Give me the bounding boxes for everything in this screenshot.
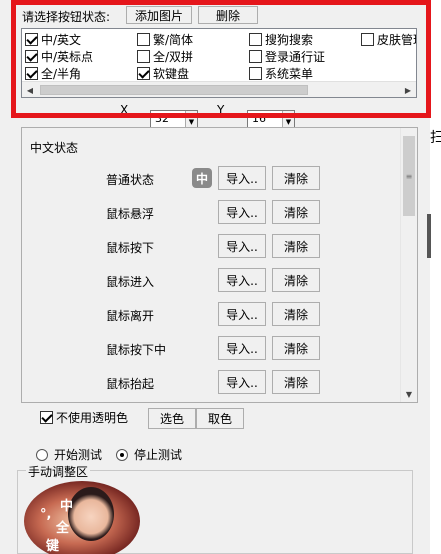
start-test-label: 开始测试	[54, 448, 103, 462]
import-button[interactable]: 导入..	[218, 268, 266, 292]
state-row: 鼠标抬起 导入.. 清除	[22, 370, 402, 396]
stop-test-label: 停止测试	[134, 448, 183, 462]
checklist-item[interactable]: 皮肤管理	[361, 31, 416, 48]
checklist-item[interactable]: 中/英标点	[25, 48, 93, 65]
y-value: 16	[252, 112, 266, 125]
state-row: 鼠标离开 导入.. 清除	[22, 302, 402, 328]
scroll-right-icon[interactable]: ▶	[400, 82, 416, 97]
settings-panel: 请选择按钮状态: 添加图片 删除 中/英文 繁/简体 搜狗搜索 皮肤管理 中/英…	[0, 0, 430, 554]
checkbox[interactable]	[25, 50, 38, 63]
scroll-thumb[interactable]	[40, 85, 308, 95]
state-row: 鼠标按下中 导入.. 清除	[22, 336, 402, 362]
stop-test-option[interactable]: 停止测试	[116, 446, 182, 463]
checklist-item[interactable]: 登录通行证	[249, 48, 325, 65]
toolbar: 请选择按钮状态:	[22, 6, 110, 26]
state-label: 鼠标按下中	[106, 343, 167, 357]
import-button[interactable]: 导入..	[218, 200, 266, 224]
state-label: 鼠标进入	[106, 275, 155, 289]
state-label: 鼠标离开	[106, 309, 155, 323]
checklist-item[interactable]: 全/双拼	[137, 48, 193, 65]
state-label: 鼠标按下	[106, 241, 155, 255]
state-row: 鼠标按下 导入.. 清除	[22, 234, 402, 260]
x-value: 32	[155, 112, 169, 125]
state-label: 鼠标抬起	[106, 377, 155, 391]
checkbox[interactable]	[249, 67, 262, 80]
side-text: 扫	[430, 130, 441, 146]
clear-button[interactable]: 清除	[272, 336, 320, 360]
scroll-thumb[interactable]: ≡	[403, 136, 415, 216]
state-row: 普通状态 中 导入.. 清除	[22, 166, 402, 192]
x-label: X	[120, 103, 129, 117]
spin-down-icon[interactable]: ▼	[185, 111, 197, 127]
manual-adjust-area: 手动调整区 中 °, 全 键	[17, 463, 413, 554]
clear-button[interactable]: 清除	[272, 200, 320, 224]
horizontal-scrollbar[interactable]: ◀ ▶	[22, 81, 416, 97]
add-image-button[interactable]: 添加图片	[126, 6, 192, 24]
preview-char: 键	[46, 539, 60, 554]
scroll-left-icon[interactable]: ◀	[22, 82, 38, 97]
import-button[interactable]: 导入..	[218, 166, 266, 190]
y-spinbox[interactable]: 16 ▼	[247, 110, 295, 128]
clear-button[interactable]: 清除	[272, 166, 320, 190]
preview-char: °,	[40, 507, 52, 522]
state-row: 鼠标悬浮 导入.. 清除	[22, 200, 402, 226]
pick-color-button[interactable]: 选色	[148, 408, 196, 429]
checklist-item[interactable]: 软键盘	[137, 65, 189, 82]
take-color-button[interactable]: 取色	[196, 408, 244, 429]
scroll-down-icon[interactable]: ▼	[403, 388, 415, 400]
checkbox[interactable]	[137, 50, 150, 63]
state-label: 鼠标悬浮	[106, 207, 155, 221]
clear-button[interactable]: 清除	[272, 370, 320, 394]
no-transparency-option[interactable]: 不使用透明色	[40, 409, 128, 426]
clear-button[interactable]: 清除	[272, 234, 320, 258]
checklist-item[interactable]: 繁/简体	[137, 31, 193, 48]
checklist-item[interactable]: 全/半角	[25, 65, 81, 82]
manual-adjust-title: 手动调整区	[26, 463, 91, 480]
clear-button[interactable]: 清除	[272, 302, 320, 326]
stop-test-radio[interactable]	[116, 448, 128, 461]
checkbox[interactable]	[361, 33, 374, 46]
splitter-handle[interactable]	[427, 214, 431, 258]
x-spinbox[interactable]: 32 ▼	[150, 110, 198, 128]
start-test-radio[interactable]	[36, 448, 48, 461]
clear-button[interactable]: 清除	[272, 268, 320, 292]
checkbox[interactable]	[249, 33, 262, 46]
preview-char: 全	[56, 521, 70, 536]
checklist-item[interactable]: 系统菜单	[249, 65, 313, 82]
state-group-title: 中文状态	[30, 141, 79, 155]
preview-portrait	[68, 487, 114, 541]
checkbox[interactable]	[25, 67, 38, 80]
state-group: 中文状态 普通状态 中 导入.. 清除 鼠标悬浮 导入.. 清除 鼠标按下 导入…	[21, 127, 418, 403]
no-transparency-checkbox[interactable]	[40, 411, 53, 424]
no-transparency-label: 不使用透明色	[56, 411, 129, 425]
import-button[interactable]: 导入..	[218, 370, 266, 394]
checklist-item[interactable]: 搜狗搜索	[249, 31, 313, 48]
checklist-item[interactable]: 中/英文	[25, 31, 81, 48]
checkbox[interactable]	[249, 50, 262, 63]
import-button[interactable]: 导入..	[218, 302, 266, 326]
import-button[interactable]: 导入..	[218, 234, 266, 258]
checkbox[interactable]	[25, 33, 38, 46]
preview-char: 中	[60, 499, 74, 514]
skin-preview[interactable]: 中 °, 全 键	[24, 481, 140, 554]
import-button[interactable]: 导入..	[218, 336, 266, 360]
checkbox[interactable]	[137, 33, 150, 46]
delete-button[interactable]: 删除	[198, 6, 258, 24]
chinese-mode-icon: 中	[192, 168, 212, 188]
vertical-scrollbar[interactable]: ≡ ▼	[400, 128, 417, 402]
start-test-option[interactable]: 开始测试	[36, 446, 102, 463]
y-label: Y	[217, 103, 225, 117]
button-state-checklist: 中/英文 繁/简体 搜狗搜索 皮肤管理 中/英标点 全/双拼 登录通行证 全/半…	[21, 28, 417, 98]
button-state-label: 请选择按钮状态:	[22, 9, 111, 24]
state-label: 普通状态	[106, 173, 155, 187]
state-row: 鼠标进入 导入.. 清除	[22, 268, 402, 294]
spin-down-icon[interactable]: ▼	[282, 111, 294, 127]
checkbox[interactable]	[137, 67, 150, 80]
